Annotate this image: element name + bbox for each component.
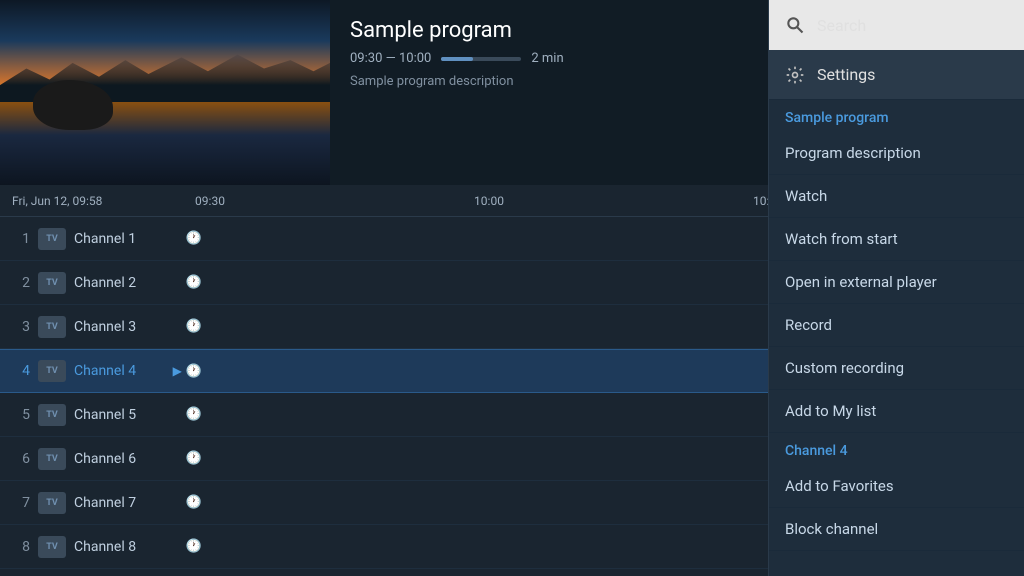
- channel-name-6: Channel 6: [74, 451, 136, 467]
- menu-item-watch[interactable]: Watch: [769, 175, 1024, 218]
- channel-number-6: 6: [8, 451, 30, 467]
- channel-name-3: Channel 3: [74, 319, 136, 335]
- channel-section-header: Channel 4: [769, 433, 1024, 465]
- channel-number-7: 7: [8, 495, 30, 511]
- epg-row-4: 4 TV Channel 4 ▶ 🕐 Sample program Sample…: [0, 349, 768, 393]
- program-section-header: Sample program: [769, 100, 1024, 132]
- epg-row-7: 7 TV Channel 7 🕐 Sample program Sample p…: [0, 481, 768, 525]
- channel-number-2: 2: [8, 275, 30, 291]
- channel-name-7: Channel 7: [74, 495, 136, 511]
- channel-icons-3: 🕐: [186, 319, 202, 334]
- channel-icons-4: ▶ 🕐: [173, 364, 202, 379]
- channel-icon-6: TV: [38, 448, 66, 470]
- channel-icons-8: 🕐: [186, 539, 202, 554]
- timeline-slots: 09:30 10:00 10:30: [210, 185, 768, 216]
- history-icon-2: 🕐: [186, 275, 202, 290]
- channel-info-4: 4 TV Channel 4 ▶ 🕐: [0, 360, 210, 382]
- channel-number-4: 4: [8, 363, 30, 379]
- menu-item-record[interactable]: Record: [769, 304, 1024, 347]
- channel-info-6: 6 TV Channel 6 🕐: [0, 448, 210, 470]
- channel-icon-5: TV: [38, 404, 66, 426]
- settings-button[interactable]: Settings: [769, 50, 1024, 100]
- channel-name-8: Channel 8: [74, 539, 136, 555]
- progress-bar-fill: [441, 57, 473, 61]
- preview-info: Sample program 09:30 — 10:00 2 min Sampl…: [330, 0, 584, 185]
- settings-label: Settings: [817, 65, 875, 84]
- preview-time-range: 09:30 — 10:00: [350, 51, 431, 66]
- channel-info-3: 3 TV Channel 3 🕐: [0, 316, 210, 338]
- search-icon: [785, 15, 805, 35]
- search-label: Search: [817, 16, 866, 35]
- channel-name-4: Channel 4: [74, 363, 136, 379]
- channel-icon-2: TV: [38, 272, 66, 294]
- preview-time-row: 09:30 — 10:00 2 min: [350, 51, 564, 66]
- channel-icons-5: 🕐: [186, 407, 202, 422]
- preview-description: Sample program description: [350, 74, 564, 89]
- search-button[interactable]: Search: [769, 0, 1024, 50]
- menu-item-custom-recording[interactable]: Custom recording: [769, 347, 1024, 390]
- channel-info-2: 2 TV Channel 2 🕐: [0, 272, 210, 294]
- channel-icon-8: TV: [38, 536, 66, 558]
- channel-name-2: Channel 2: [74, 275, 136, 291]
- channel-info-5: 5 TV Channel 5 🕐: [0, 404, 210, 426]
- menu-item-add-to-favorites[interactable]: Add to Favorites: [769, 465, 1024, 508]
- channel-icon-4: TV: [38, 360, 66, 382]
- sidebar-menu: Sample program Program description Watch…: [769, 100, 1024, 576]
- preview-duration: 2 min: [531, 51, 563, 66]
- epg-row-5: 5 TV Channel 5 🕐 Sample program: [0, 393, 768, 437]
- time-label-0930: 09:30: [195, 194, 225, 208]
- channel-icons-2: 🕐: [186, 275, 202, 290]
- time-label-1000: 10:00: [474, 194, 504, 208]
- channel-icon-3: TV: [38, 316, 66, 338]
- history-icon-6: 🕐: [186, 451, 202, 466]
- channel-info-8: 8 TV Channel 8 🕐: [0, 536, 210, 558]
- preview-section: Sample program 09:30 — 10:00 2 min Sampl…: [0, 0, 768, 185]
- menu-item-block-channel[interactable]: Block channel: [769, 508, 1024, 551]
- preview-title: Sample program: [350, 18, 564, 43]
- channel-icons-1: 🕐: [186, 231, 202, 246]
- channel-icon-1: TV: [38, 228, 66, 250]
- history-icon-8: 🕐: [186, 539, 202, 554]
- menu-item-add-to-my-list[interactable]: Add to My list: [769, 390, 1024, 433]
- sidebar: Search Settings Sample program Program d…: [768, 0, 1024, 576]
- channel-name-1: Channel 1: [74, 231, 136, 247]
- main-area: Sample program 09:30 — 10:00 2 min Sampl…: [0, 0, 768, 576]
- history-icon-4: 🕐: [186, 364, 202, 379]
- channel-info-1: 1 TV Channel 1 🕐: [0, 228, 210, 250]
- channel-icons-7: 🕐: [186, 495, 202, 510]
- channel-icon-7: TV: [38, 492, 66, 514]
- time-label-1030: 10:30: [753, 194, 768, 208]
- preview-thumbnail: [0, 0, 330, 185]
- menu-item-open-external-player[interactable]: Open in external player: [769, 261, 1024, 304]
- epg-row-8: 8 TV Channel 8 🕐 Sample program Sample p…: [0, 525, 768, 569]
- menu-item-program-description[interactable]: Program description: [769, 132, 1024, 175]
- channel-number-1: 1: [8, 231, 30, 247]
- menu-item-watch-from-start[interactable]: Watch from start: [769, 218, 1024, 261]
- gear-icon: [785, 65, 805, 85]
- channel-name-5: Channel 5: [74, 407, 136, 423]
- play-icon-4: ▶: [173, 364, 182, 379]
- epg-container: Fri, Jun 12, 09:58 09:30 10:00 10:30 1 T…: [0, 185, 768, 576]
- epg-row-3: 3 TV Channel 3 🕐 Sample program Sample p…: [0, 305, 768, 349]
- channel-number-5: 5: [8, 407, 30, 423]
- epg-row-1: 1 TV Channel 1 🕐 Sample program Sample .…: [0, 217, 768, 261]
- channel-number-8: 8: [8, 539, 30, 555]
- epg-row-6: 6 TV Channel 6 🕐 Sample program Sample p…: [0, 437, 768, 481]
- channel-number-3: 3: [8, 319, 30, 335]
- history-icon-1: 🕐: [186, 231, 202, 246]
- epg-row-2: 2 TV Channel 2 🕐 Sample program Sample p…: [0, 261, 768, 305]
- history-icon-5: 🕐: [186, 407, 202, 422]
- history-icon-3: 🕐: [186, 319, 202, 334]
- history-icon-7: 🕐: [186, 495, 202, 510]
- progress-bar: [441, 57, 521, 61]
- timeline-header: Fri, Jun 12, 09:58 09:30 10:00 10:30: [0, 185, 768, 217]
- timeline-date: Fri, Jun 12, 09:58: [0, 185, 210, 216]
- epg-rows: 1 TV Channel 1 🕐 Sample program Sample .…: [0, 217, 768, 576]
- channel-icons-6: 🕐: [186, 451, 202, 466]
- channel-info-7: 7 TV Channel 7 🕐: [0, 492, 210, 514]
